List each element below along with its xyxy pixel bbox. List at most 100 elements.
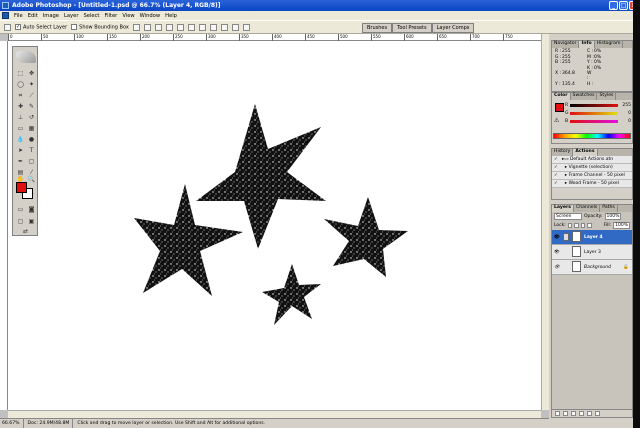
tab-paths[interactable]: Paths — [600, 205, 618, 212]
history-brush-tool-icon[interactable]: ↺ — [27, 113, 36, 122]
tab-styles[interactable]: Styles — [597, 93, 617, 100]
zoom-level[interactable]: 66.67% — [2, 419, 24, 428]
brush-tool-icon[interactable]: ✎ — [27, 102, 36, 111]
distribute-center-icon[interactable] — [242, 23, 250, 31]
eraser-tool-icon[interactable]: ▭ — [16, 124, 25, 133]
tab-actions[interactable]: Actions — [573, 149, 598, 156]
toggle-check-icon[interactable]: ✓ — [554, 180, 562, 188]
zoom-tool-icon[interactable]: 🔍 — [27, 175, 36, 184]
action-set-row[interactable]: ✓ ▸▭ Default Actions.atn — [552, 156, 632, 164]
toggle-check-icon[interactable]: ✓ — [554, 156, 562, 164]
menu-layer[interactable]: Layer — [64, 13, 78, 19]
green-slider[interactable] — [570, 112, 618, 115]
shape-tool-icon[interactable]: ▢ — [27, 157, 36, 166]
pen-tool-icon[interactable]: ✒ — [16, 157, 25, 166]
move-tool-icon[interactable]: ✥ — [27, 69, 36, 78]
gradient-tool-icon[interactable]: ▦ — [27, 124, 36, 133]
menu-file[interactable]: File — [14, 13, 23, 19]
align-center-icon[interactable] — [176, 23, 184, 31]
path-selection-tool-icon[interactable]: ➤ — [16, 146, 25, 155]
menu-window[interactable]: Window — [140, 13, 160, 19]
tab-navigator[interactable]: Navigator — [552, 41, 580, 48]
jump-to-imageready-icon[interactable]: ⇄ — [21, 227, 30, 236]
well-tab-layer-comps[interactable]: Layer Comps — [431, 23, 475, 33]
toggle-check-icon[interactable]: ✓ — [554, 164, 562, 172]
tab-histogram[interactable]: Histogram — [595, 41, 624, 48]
eye-icon[interactable]: 👁 — [554, 230, 560, 245]
action-row[interactable]: ✓ ▸ Vignette (selection) — [552, 164, 632, 172]
layer-row-background[interactable]: 👁 Background 🔒 — [552, 260, 632, 275]
well-tab-brushes[interactable]: Brushes — [362, 23, 393, 33]
standard-mode-icon[interactable]: ▭ — [16, 205, 25, 214]
layer-style-icon[interactable] — [555, 411, 560, 416]
photoshop-feather-logo[interactable] — [16, 51, 36, 63]
distribute-middle-icon[interactable] — [209, 23, 217, 31]
color-ramp[interactable] — [553, 133, 631, 139]
menu-edit[interactable]: Edit — [28, 13, 38, 19]
distribute-left-icon[interactable] — [231, 23, 239, 31]
auto-select-layer-checkbox[interactable]: ✓ Auto Select Layer — [15, 23, 67, 30]
new-set-icon[interactable] — [571, 411, 576, 416]
lasso-tool-icon[interactable]: ◯ — [16, 80, 25, 89]
tab-info[interactable]: Info — [579, 41, 595, 48]
blue-slider[interactable] — [570, 120, 618, 123]
fill-field[interactable]: 100% — [613, 222, 630, 229]
blur-tool-icon[interactable]: 💧 — [16, 135, 25, 144]
opacity-field[interactable]: 100% — [604, 213, 622, 220]
tab-history[interactable]: History — [552, 149, 574, 156]
lock-transparency-icon[interactable] — [567, 223, 573, 228]
tab-swatches[interactable]: Swatches — [571, 93, 598, 100]
well-tab-tool-presets[interactable]: Tool Presets — [392, 23, 432, 33]
eye-icon[interactable]: 👁 — [554, 260, 560, 275]
trash-icon[interactable] — [595, 411, 600, 416]
action-row[interactable]: ✓ ▸ Frame Channel - 50 pixel — [552, 172, 632, 180]
doc-size[interactable]: Doc: 24.9M/48.8M — [28, 419, 74, 428]
layer-row-layer-4[interactable]: 👁 Layer 4 — [552, 230, 632, 245]
slice-tool-icon[interactable]: ⟋ — [27, 91, 36, 100]
channel-value-g[interactable]: 0 — [620, 110, 631, 118]
red-slider[interactable] — [570, 104, 618, 107]
document-icon[interactable] — [2, 12, 9, 19]
dodge-tool-icon[interactable]: ● — [27, 135, 36, 144]
minimize-button[interactable]: _ — [609, 1, 618, 10]
menu-filter[interactable]: Filter — [104, 13, 117, 19]
marquee-tool-icon[interactable]: ⬚ — [16, 69, 25, 78]
distribute-bottom-icon[interactable] — [220, 23, 228, 31]
horizontal-scrollbar[interactable] — [8, 410, 541, 418]
align-middle-icon[interactable] — [143, 23, 151, 31]
menu-select[interactable]: Select — [83, 13, 99, 19]
show-bounding-box-checkbox[interactable]: Show Bounding Box — [71, 23, 129, 30]
new-layer-icon[interactable] — [587, 411, 592, 416]
vertical-scrollbar[interactable] — [541, 34, 549, 410]
brush-link-icon[interactable] — [563, 233, 569, 241]
align-right-icon[interactable] — [187, 23, 195, 31]
toggle-check-icon[interactable]: ✓ — [554, 172, 562, 180]
screen-mode-standard-icon[interactable]: ▢ — [16, 217, 25, 226]
adjustment-layer-icon[interactable] — [579, 411, 584, 416]
tab-channels[interactable]: Channels — [574, 205, 601, 212]
tab-layers[interactable]: Layers — [552, 205, 574, 212]
action-row[interactable]: ✓ ▸ Wood Frame - 50 pixel — [552, 180, 632, 188]
tab-color[interactable]: Color — [552, 93, 571, 100]
distribute-top-icon[interactable] — [198, 23, 206, 31]
move-tool-preset-icon[interactable] — [4, 23, 11, 31]
menu-help[interactable]: Help — [165, 13, 177, 19]
blend-mode-select[interactable]: Screen — [554, 213, 582, 220]
screen-mode-full-icon[interactable]: ▣ — [27, 217, 36, 226]
crop-tool-icon[interactable]: ⌗ — [16, 91, 25, 100]
channel-value-b[interactable]: 0 — [620, 118, 631, 126]
type-tool-icon[interactable]: T — [27, 146, 36, 155]
layer-mask-icon[interactable] — [563, 411, 568, 416]
clone-stamp-tool-icon[interactable]: ⊥ — [16, 113, 25, 122]
lock-pixels-icon[interactable] — [574, 223, 579, 228]
align-left-icon[interactable] — [165, 23, 173, 31]
foreground-color-swatch[interactable] — [16, 182, 27, 193]
align-top-icon[interactable] — [132, 23, 140, 31]
canvas[interactable] — [8, 41, 541, 410]
foreground-color-chip[interactable] — [555, 103, 564, 112]
quick-mask-icon[interactable]: ◙ — [27, 205, 36, 214]
menu-view[interactable]: View — [122, 13, 134, 19]
layer-row-layer-3[interactable]: 👁 Layer 3 — [552, 245, 632, 260]
eye-icon[interactable]: 👁 — [554, 245, 560, 260]
lock-all-icon[interactable] — [587, 223, 592, 228]
